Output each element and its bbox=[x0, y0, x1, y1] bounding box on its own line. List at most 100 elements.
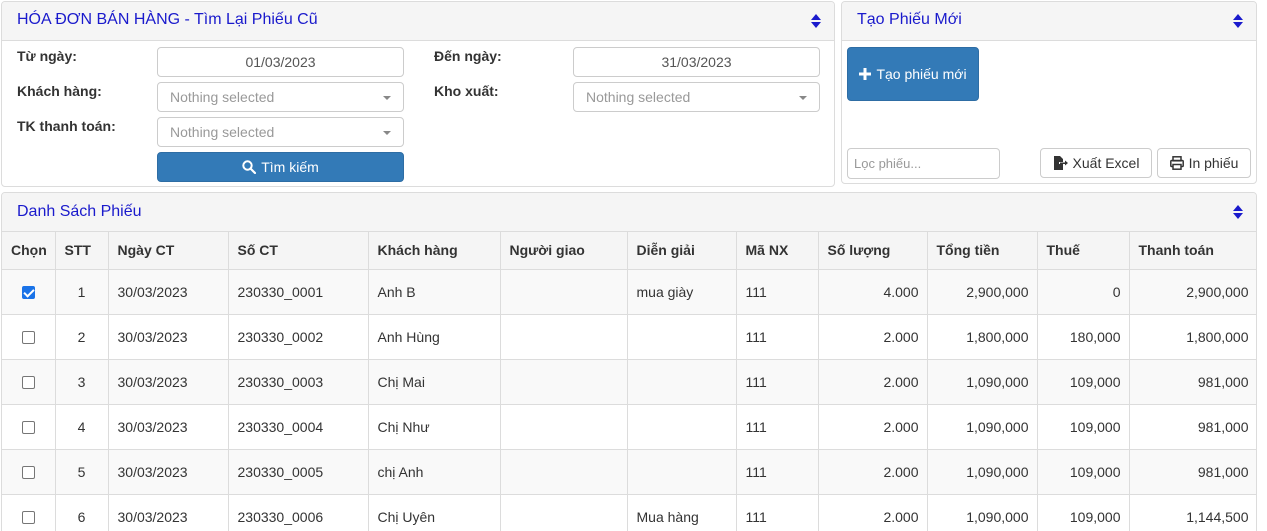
customer-select[interactable]: Nothing selected bbox=[157, 82, 404, 112]
print-icon bbox=[1169, 156, 1184, 170]
column-header-deliverer[interactable]: Người giao bbox=[499, 232, 628, 270]
column-header-total[interactable]: Tổng tiền bbox=[926, 232, 1038, 270]
warehouse-select[interactable]: Nothing selected bbox=[573, 82, 820, 112]
cell-stt: 1 bbox=[54, 268, 109, 315]
cell-deliverer bbox=[499, 448, 628, 495]
cell-select bbox=[2, 268, 56, 315]
export-excel-button-label: Xuất Excel bbox=[1072, 155, 1140, 171]
cell-tax: 109,000 bbox=[1036, 403, 1130, 450]
column-header-description[interactable]: Diễn giải bbox=[626, 232, 737, 270]
cell-payment: 1,800,000 bbox=[1128, 313, 1256, 360]
cell-deliverer bbox=[499, 268, 628, 315]
create-voucher-button-label: Tạo phiếu mới bbox=[876, 66, 967, 82]
cell-mnx: 111 bbox=[735, 268, 819, 315]
cell-voucher-no: 230330_0004 bbox=[227, 403, 369, 450]
voucher-list-panel-header: Danh Sách Phiếu bbox=[2, 193, 1256, 232]
cell-description bbox=[626, 448, 737, 495]
cell-total: 1,800,000 bbox=[926, 313, 1038, 360]
print-voucher-button[interactable]: In phiếu bbox=[1157, 148, 1251, 178]
cell-total: 1,090,000 bbox=[926, 493, 1038, 531]
column-header-quantity[interactable]: Số lượng bbox=[817, 232, 928, 270]
column-header-voucher-no[interactable]: Số CT bbox=[227, 232, 369, 270]
cell-payment: 981,000 bbox=[1128, 358, 1256, 405]
column-header-date[interactable]: Ngày CT bbox=[107, 232, 229, 270]
sort-icon[interactable] bbox=[1233, 205, 1243, 219]
column-header-select[interactable]: Chọn bbox=[2, 232, 56, 270]
column-header-customer[interactable]: Khách hàng bbox=[367, 232, 501, 270]
cell-select bbox=[2, 358, 56, 405]
cell-tax: 109,000 bbox=[1036, 448, 1130, 495]
cell-voucher-no: 230330_0002 bbox=[227, 313, 369, 360]
cell-description bbox=[626, 313, 737, 360]
row-select-checkbox[interactable] bbox=[21, 331, 35, 345]
column-header-tax[interactable]: Thuế bbox=[1036, 232, 1130, 270]
column-header-mnx[interactable]: Mã NX bbox=[735, 232, 819, 270]
row-select-checkbox[interactable] bbox=[21, 286, 35, 300]
table-row[interactable]: 6 30/03/2023 230330_0006 Chị Uyên Mua hàng 11… bbox=[2, 493, 1256, 531]
cell-select bbox=[2, 448, 56, 495]
row-select-checkbox[interactable] bbox=[21, 466, 35, 480]
table-row[interactable]: 4 30/03/2023 230330_0004 Chị Như 111 2.000 1,0… bbox=[2, 403, 1256, 450]
payment-account-label: TK thanh toán: bbox=[17, 118, 116, 134]
cell-total: 1,090,000 bbox=[926, 358, 1038, 405]
cell-deliverer bbox=[499, 358, 628, 405]
caret-down-icon bbox=[383, 131, 391, 135]
search-button[interactable]: Tìm kiếm bbox=[157, 152, 404, 182]
warehouse-select-value: Nothing selected bbox=[586, 89, 691, 105]
sort-icon[interactable] bbox=[811, 14, 821, 28]
voucher-list-title: Danh Sách Phiếu bbox=[17, 203, 142, 220]
new-voucher-panel: Tạo Phiếu Mới Tạo phiếu mới Lọc phiếu...… bbox=[841, 1, 1257, 184]
column-header-payment[interactable]: Thanh toán bbox=[1128, 232, 1256, 270]
new-voucher-panel-title: Tạo Phiếu Mới bbox=[857, 11, 962, 28]
cell-select bbox=[2, 403, 56, 450]
cell-mnx: 111 bbox=[735, 448, 819, 495]
plus-icon bbox=[859, 68, 872, 80]
cell-date: 30/03/2023 bbox=[107, 493, 229, 531]
row-select-checkbox[interactable] bbox=[21, 421, 35, 435]
warehouse-label: Kho xuất: bbox=[434, 83, 499, 99]
table-row[interactable]: 2 30/03/2023 230330_0002 Anh Hùng 111 2.000 1,… bbox=[2, 313, 1256, 360]
cell-customer: Chị Như bbox=[367, 403, 501, 450]
row-select-checkbox[interactable] bbox=[21, 511, 35, 525]
cell-date: 30/03/2023 bbox=[107, 448, 229, 495]
export-file-icon bbox=[1053, 156, 1068, 170]
cell-select bbox=[2, 493, 56, 531]
cell-deliverer bbox=[499, 403, 628, 450]
cell-deliverer bbox=[499, 313, 628, 360]
cell-stt: 4 bbox=[54, 403, 109, 450]
search-panel-header: HÓA ĐƠN BÁN HÀNG - Tìm Lại Phiếu Cũ bbox=[2, 2, 834, 41]
cell-select bbox=[2, 313, 56, 360]
to-date-label: Đến ngày: bbox=[434, 48, 502, 64]
create-voucher-button[interactable]: Tạo phiếu mới bbox=[847, 47, 979, 101]
column-header-stt[interactable]: STT bbox=[54, 232, 109, 270]
cell-payment: 981,000 bbox=[1128, 403, 1256, 450]
cell-quantity: 2.000 bbox=[817, 358, 928, 405]
cell-stt: 2 bbox=[54, 313, 109, 360]
cell-payment: 2,900,000 bbox=[1128, 268, 1256, 315]
payment-account-select[interactable]: Nothing selected bbox=[157, 117, 404, 147]
export-excel-button[interactable]: Xuất Excel bbox=[1040, 148, 1152, 178]
cell-quantity: 2.000 bbox=[817, 313, 928, 360]
cell-customer: Chị Uyên bbox=[367, 493, 501, 531]
row-select-checkbox[interactable] bbox=[21, 376, 35, 390]
voucher-table: Chọn STT Ngày CT Số CT Khách hàng Người … bbox=[2, 232, 1256, 531]
cell-deliverer bbox=[499, 493, 628, 531]
cell-date: 30/03/2023 bbox=[107, 313, 229, 360]
table-row[interactable]: 5 30/03/2023 230330_0005 chị Anh 111 2.000 1,0… bbox=[2, 448, 1256, 495]
cell-description: Mua hàng bbox=[626, 493, 737, 531]
table-row[interactable]: 1 30/03/2023 230330_0001 Anh B mua giày 111 4.… bbox=[2, 268, 1256, 315]
cell-voucher-no: 230330_0005 bbox=[227, 448, 369, 495]
cell-quantity: 2.000 bbox=[817, 493, 928, 531]
voucher-list-panel: Danh Sách Phiếu Chọn STT Ngày CT Số CT K… bbox=[1, 192, 1257, 531]
cell-mnx: 111 bbox=[735, 358, 819, 405]
filter-voucher-input[interactable]: Lọc phiếu... bbox=[847, 148, 1000, 179]
cell-customer: chị Anh bbox=[367, 448, 501, 495]
table-row[interactable]: 3 30/03/2023 230330_0003 Chị Mai 111 2.000 1,0… bbox=[2, 358, 1256, 405]
sort-icon[interactable] bbox=[1233, 14, 1243, 28]
cell-customer: Anh B bbox=[367, 268, 501, 315]
customer-select-value: Nothing selected bbox=[170, 89, 275, 105]
cell-total: 2,900,000 bbox=[926, 268, 1038, 315]
to-date-input[interactable]: 31/03/2023 bbox=[573, 47, 820, 77]
from-date-input[interactable]: 01/03/2023 bbox=[157, 47, 404, 77]
table-header-row: Chọn STT Ngày CT Số CT Khách hàng Người … bbox=[2, 232, 1256, 270]
